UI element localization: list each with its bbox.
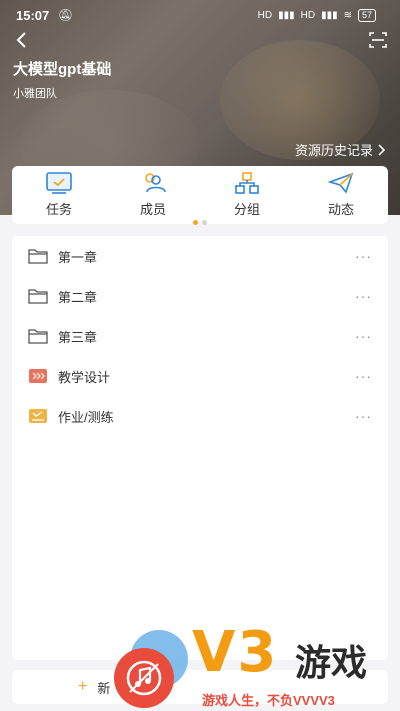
watermark-v3-text: V3 [192, 620, 279, 685]
signal-hd-label-2: HD [300, 10, 316, 21]
scan-button[interactable] [368, 30, 388, 50]
list-item[interactable]: 教学设计 ··· [12, 356, 388, 396]
task-icon [46, 172, 72, 194]
status-time: 15:07 [16, 8, 50, 23]
list-item[interactable]: 作业/测练 ··· [12, 396, 388, 436]
resource-history-link[interactable]: 资源历史记录 [295, 140, 386, 159]
list-item-name: 第三章 [58, 329, 98, 345]
teaching-design-icon [29, 369, 47, 383]
music-note-icon [126, 660, 162, 696]
more-options-button[interactable]: ··· [355, 328, 372, 344]
back-button[interactable] [12, 30, 32, 50]
nav-members[interactable]: 成员 [106, 172, 200, 218]
battery-icon: 57 [357, 9, 376, 22]
group-icon [235, 172, 259, 194]
resource-history-label: 资源历史记录 [294, 143, 373, 158]
homework-icon [29, 409, 47, 423]
watermark-slogan: 游戏人生，不负VVVV3 [202, 693, 335, 708]
nav-activity-label: 动态 [327, 202, 354, 217]
signal-icon-2: ▮▮▮ [321, 10, 338, 21]
activity-icon [328, 172, 354, 194]
signal-icon: ▮▮▮ [278, 10, 295, 21]
chevron-left-icon [16, 32, 26, 48]
mute-icon: 🔕︎ [58, 8, 74, 22]
folder-icon [28, 329, 48, 344]
status-icons: HD ▮▮▮ HD ▮▮▮ ≋ 57 [258, 9, 376, 22]
resource-list: 第一章 ··· 第二章 ··· 第三章 ··· 教学设计 ··· 作业/测练 ·… [12, 236, 388, 660]
course-title: 大模型gpt基础 [13, 61, 112, 78]
quick-nav: 任务 成员 分组 动态 [12, 166, 388, 224]
more-options-button[interactable]: ··· [355, 408, 372, 424]
page-dot-active [193, 220, 198, 225]
more-options-button[interactable]: ··· [355, 248, 372, 264]
folder-icon [28, 289, 48, 304]
team-name: 小雅团队 [13, 88, 57, 100]
chevron-right-icon [378, 143, 386, 156]
page-dot [202, 220, 207, 225]
nav-groups[interactable]: 分组 [200, 172, 294, 218]
list-item[interactable]: 第三章 ··· [12, 316, 388, 356]
list-item-name: 第一章 [58, 249, 98, 265]
nav-tasks-label: 任务 [45, 202, 72, 217]
list-item-name: 教学设计 [58, 369, 111, 385]
nav-members-label: 成员 [139, 202, 166, 217]
nav-tasks[interactable]: 任务 [12, 172, 106, 218]
plus-icon: + [78, 678, 88, 695]
status-bar: 15:07 🔕︎ HD ▮▮▮ HD ▮▮▮ ≋ 57 [0, 0, 400, 30]
watermark-logo: V3 游戏 游戏人生，不负VVVV3 [110, 620, 400, 711]
nav-activity[interactable]: 动态 [294, 172, 388, 218]
folder-icon [28, 249, 48, 264]
new-button-label: 新 [97, 680, 111, 696]
list-item[interactable]: 第二章 ··· [12, 276, 388, 316]
signal-hd-label: HD [257, 10, 273, 21]
nav-groups-label: 分组 [233, 202, 260, 217]
more-options-button[interactable]: ··· [355, 368, 372, 384]
scan-icon [369, 32, 387, 48]
wifi-icon: ≋ [343, 10, 352, 21]
members-icon [145, 173, 166, 193]
list-item-name: 作业/测练 [58, 409, 114, 425]
watermark-circle-red [114, 648, 174, 708]
watermark-name: 游戏 [295, 642, 368, 683]
list-item-name: 第二章 [58, 289, 98, 305]
list-item[interactable]: 第一章 ··· [12, 236, 388, 276]
more-options-button[interactable]: ··· [355, 288, 372, 304]
page-indicator [193, 220, 207, 225]
